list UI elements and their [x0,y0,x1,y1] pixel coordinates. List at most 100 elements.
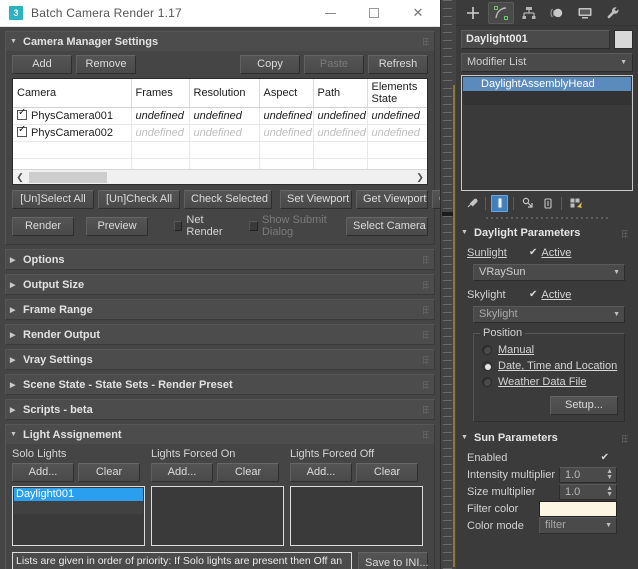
cell-aspect[interactable]: undefined [259,124,314,142]
setup-button[interactable]: Setup... [550,396,618,415]
position-option-manual[interactable]: Manual [482,342,618,358]
cell-camera[interactable]: PhysCamera002 [13,124,132,142]
table-row[interactable]: PhysCamera001 undefined undefined undefi… [13,107,427,125]
minimize-button[interactable] [308,0,352,26]
show-end-result-icon[interactable] [491,194,508,212]
intensity-multiplier-spinner[interactable]: 1.0 ▲ ▼ [559,466,617,483]
tab-motion[interactable] [544,2,570,24]
cell-camera[interactable]: PhysCamera001 [13,107,132,125]
remove-camera-button[interactable]: Remove [76,55,136,74]
set-viewport-button[interactable]: Set Viewport [280,190,352,209]
cell-frames[interactable]: undefined [131,107,190,125]
rollout-camera-manager-header[interactable]: ▼ Camera Manager Settings [6,32,434,51]
checkbox-icon[interactable] [174,221,183,231]
cell-path[interactable]: undefined [313,107,368,125]
add-camera-button[interactable]: Add [12,55,72,74]
scrollbar-track[interactable] [27,170,413,185]
table-horizontal-scrollbar[interactable]: ❮ ❯ [13,169,427,184]
skylight-active-checkbox[interactable]: ✔ Active [529,289,571,301]
tab-display[interactable] [572,2,598,24]
column-header-camera[interactable]: Camera [13,79,132,108]
scroll-left-icon[interactable]: ❮ [13,172,27,183]
maximize-button[interactable] [352,0,396,26]
rollout-daylight-parameters-header[interactable]: ▼ Daylight Parameters [461,224,633,241]
paste-button[interactable]: Paste [304,55,364,74]
radio-icon[interactable] [482,345,492,355]
rollout-output-size-header[interactable]: ▶ Output Size [6,275,434,294]
column-header-path[interactable]: Path [313,79,368,108]
tab-utilities[interactable] [600,2,626,24]
lights-forced-on-clear-button[interactable]: Clear [217,463,279,482]
skylight-type-dropdown[interactable]: Skylight ▼ [473,306,625,323]
row-checkbox[interactable] [17,108,27,120]
render-button[interactable]: Render [12,216,74,236]
column-header-resolution[interactable]: Resolution [189,79,260,108]
sun-enabled-row[interactable]: Enabled ✔ [467,449,631,466]
remove-modifier-icon[interactable] [539,195,556,212]
cell-elements-state[interactable]: undefined [367,107,427,125]
modifier-list-dropdown[interactable]: Modifier List ▼ [461,53,633,72]
modifier-stack[interactable]: DaylightAssemblyHead [461,75,633,191]
spinner-arrows-icon[interactable]: ▲ ▼ [606,468,613,481]
lights-forced-on-add-button[interactable]: Add... [151,463,213,482]
make-unique-icon[interactable] [519,195,536,212]
rollout-scene-state-header[interactable]: ▶ Scene State - State Sets - Render Pres… [6,375,434,394]
unselect-all-button[interactable]: [Un]Select All [12,190,94,209]
configure-modifier-sets-icon[interactable] [567,195,584,212]
scroll-right-icon[interactable]: ❯ [413,172,427,183]
list-item[interactable]: Daylight001 [14,488,143,501]
object-color-swatch[interactable] [614,30,633,49]
rollout-frame-range-header[interactable]: ▶ Frame Range [6,300,434,319]
cell-frames[interactable]: undefined [131,124,190,142]
rollout-options-header[interactable]: ▶ Options [6,250,434,269]
net-render-checkbox[interactable]: Net Render [174,214,231,238]
size-multiplier-spinner[interactable]: 1.0 ▲ ▼ [559,483,617,500]
solo-lights-add-button[interactable]: Add... [12,463,74,482]
close-button[interactable]: ✕ [396,0,440,26]
check-selected-button[interactable]: Check Selected [184,190,272,209]
select-camera-button[interactable]: Select Camera [346,216,428,236]
radio-icon[interactable] [482,361,492,371]
checkbox-icon[interactable] [249,221,258,231]
scrollbar-thumb[interactable] [29,171,107,183]
rollout-vray-settings-header[interactable]: ▶ Vray Settings [6,350,434,369]
stack-item[interactable]: DaylightAssemblyHead [463,77,631,91]
pin-stack-icon[interactable] [463,195,480,212]
rollout-light-assignment-header[interactable]: ▼ Light Assignement [6,425,434,444]
get-selection-button[interactable]: Get Selection [432,190,440,209]
object-name-field[interactable]: Daylight001 [461,30,610,49]
tab-hierarchy[interactable] [516,2,542,24]
sunlight-active-checkbox[interactable]: ✔ Active [529,247,571,259]
radio-icon[interactable] [482,377,492,387]
cell-resolution[interactable]: undefined [189,107,260,125]
refresh-button[interactable]: Refresh [368,55,428,74]
lights-forced-on-list[interactable] [151,486,284,546]
camera-table[interactable]: Camera Frames Resolution Aspect Path Ele… [12,78,428,185]
spinner-arrows-icon[interactable]: ▲ ▼ [606,485,613,498]
column-header-elements-state[interactable]: Elements State [367,79,427,108]
column-header-frames[interactable]: Frames [131,79,190,108]
cell-aspect[interactable]: undefined [259,107,314,125]
sunlight-type-dropdown[interactable]: VRaySun ▼ [473,264,625,281]
copy-button[interactable]: Copy [240,55,300,74]
rollout-scripts-beta-header[interactable]: ▶ Scripts - beta [6,400,434,419]
lights-forced-off-list[interactable] [290,486,423,546]
tab-create[interactable] [460,2,486,24]
solo-lights-clear-button[interactable]: Clear [78,463,140,482]
rollout-render-output-header[interactable]: ▶ Render Output [6,325,434,344]
solo-lights-list[interactable]: Daylight001 [12,486,145,546]
cell-elements-state[interactable]: undefined [367,124,427,142]
check-icon[interactable]: ✔ [601,452,609,463]
save-to-ini-button[interactable]: Save to INI... [358,552,429,569]
column-header-aspect[interactable]: Aspect [259,79,314,108]
row-checkbox[interactable] [17,125,27,137]
show-submit-dialog-checkbox[interactable]: Show Submit Dialog [249,214,342,238]
get-viewport-button[interactable]: Get Viewport [356,190,428,209]
lights-forced-off-add-button[interactable]: Add... [290,463,352,482]
cell-path[interactable]: undefined [313,124,368,142]
tab-modify[interactable] [488,1,514,24]
table-row[interactable]: PhysCamera002 undefined undefined undefi… [13,124,427,142]
filter-color-swatch[interactable] [539,500,617,517]
rollout-sun-parameters-header[interactable]: ▼ Sun Parameters [461,429,633,446]
lights-forced-off-clear-button[interactable]: Clear [356,463,418,482]
